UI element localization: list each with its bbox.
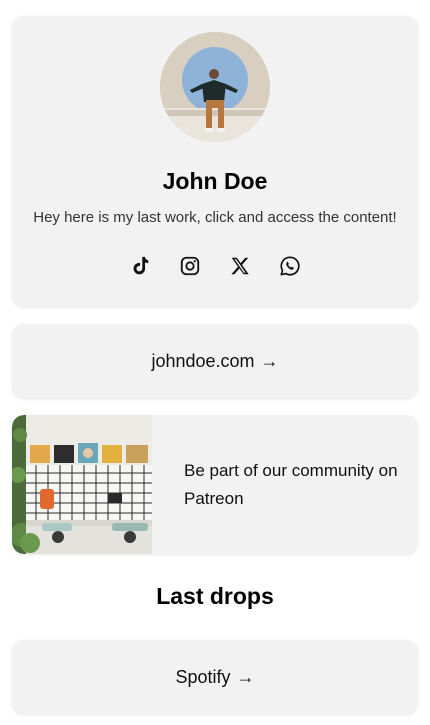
patreon-thumbnail bbox=[12, 415, 152, 554]
profile-name: John Doe bbox=[162, 168, 268, 194]
arrow-right-icon: → bbox=[236, 666, 255, 687]
avatar bbox=[160, 32, 270, 142]
spotify-link-button[interactable]: Spotify → bbox=[12, 640, 418, 714]
instagram-icon[interactable] bbox=[178, 254, 202, 278]
social-links bbox=[12, 254, 418, 278]
arrow-right-icon: → bbox=[260, 350, 279, 371]
profile-card: John Doe Hey here is my last work, click… bbox=[12, 16, 418, 307]
section-title-last-drops: Last drops bbox=[156, 583, 274, 609]
avatar-photo bbox=[160, 32, 270, 142]
website-link-label: johndoe.com bbox=[151, 350, 255, 371]
studio-image bbox=[12, 415, 152, 554]
patreon-link-label: Be part of our community on Patreon bbox=[184, 460, 398, 508]
tiktok-icon[interactable] bbox=[128, 254, 152, 278]
spotify-link-label: Spotify bbox=[175, 666, 231, 687]
whatsapp-icon[interactable] bbox=[278, 254, 302, 278]
profile-bio: Hey here is my last work, click and acce… bbox=[33, 209, 397, 226]
x-icon[interactable] bbox=[228, 254, 252, 278]
patreon-link-card[interactable]: Be part of our community on Patreon bbox=[12, 415, 418, 554]
website-link-button[interactable]: johndoe.com → bbox=[12, 324, 418, 398]
